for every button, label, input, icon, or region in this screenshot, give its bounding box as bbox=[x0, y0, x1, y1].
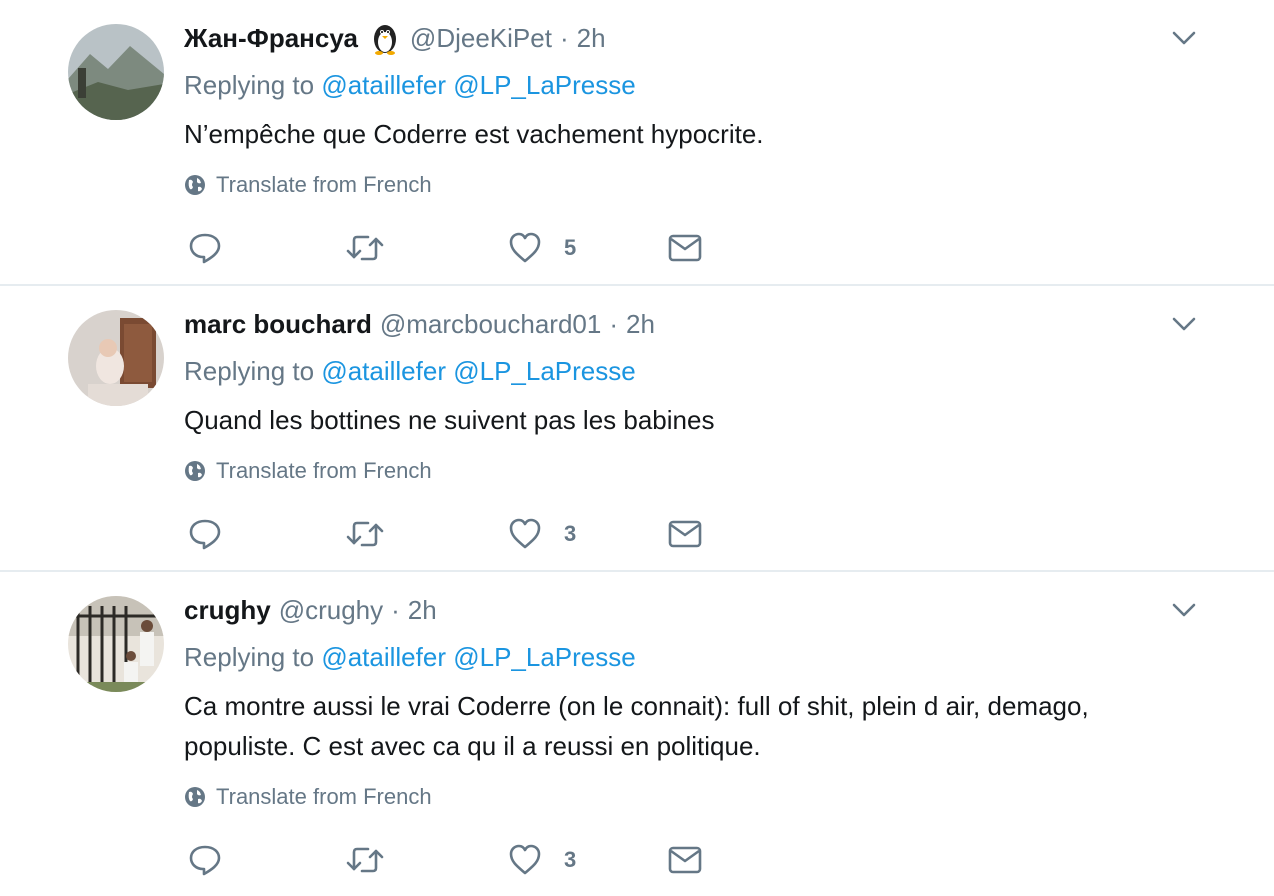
display-name[interactable]: crughy bbox=[184, 595, 271, 626]
retweet-button[interactable] bbox=[346, 840, 384, 880]
like-count: 3 bbox=[564, 521, 577, 546]
chevron-down-icon[interactable] bbox=[1168, 22, 1200, 54]
tweet[interactable]: Жан-Франсуа @DjeeKiPet · 2h Replying to … bbox=[0, 0, 1274, 284]
like-button[interactable]: 3 bbox=[508, 514, 576, 554]
replying-label: Replying to bbox=[184, 642, 315, 672]
replying-to: Replying to @ataillefer @LP_LaPresse bbox=[184, 70, 636, 101]
envelope-icon bbox=[668, 846, 702, 874]
tweet-header: Жан-Франсуа @DjeeKiPet · 2h bbox=[184, 20, 606, 56]
tweet-header: crughy @crughy · 2h bbox=[184, 592, 437, 628]
like-button[interactable]: 3 bbox=[508, 840, 576, 880]
heart-icon bbox=[509, 232, 541, 263]
like-count: 5 bbox=[564, 235, 577, 260]
tweet-header: marc bouchard @marcbouchard01 · 2h bbox=[184, 306, 655, 342]
envelope-icon bbox=[668, 520, 702, 548]
mention-link[interactable]: @LP_LaPresse bbox=[453, 356, 636, 386]
translate-link[interactable]: Translate from French bbox=[184, 458, 432, 484]
globe-icon bbox=[185, 175, 205, 195]
like-count: 3 bbox=[564, 847, 577, 872]
reply-icon bbox=[189, 845, 221, 876]
mention-link[interactable]: @ataillefer bbox=[321, 356, 446, 386]
replying-to: Replying to @ataillefer @LP_LaPresse bbox=[184, 642, 636, 673]
translate-link[interactable]: Translate from French bbox=[184, 172, 432, 198]
chevron-down-icon[interactable] bbox=[1168, 308, 1200, 340]
separator-dot: · bbox=[609, 308, 619, 339]
avatar[interactable] bbox=[68, 24, 164, 120]
direct-message-button[interactable] bbox=[668, 514, 702, 554]
reply-icon bbox=[189, 233, 221, 264]
globe-icon bbox=[185, 461, 205, 481]
retweet-button[interactable] bbox=[346, 514, 384, 554]
timestamp[interactable]: 2h bbox=[408, 595, 437, 626]
timestamp[interactable]: 2h bbox=[577, 23, 606, 54]
translate-label: Translate from French bbox=[216, 172, 432, 197]
display-name[interactable]: marc bouchard bbox=[184, 309, 372, 340]
replying-label: Replying to bbox=[184, 356, 315, 386]
avatar[interactable] bbox=[68, 310, 164, 406]
tweet[interactable]: marc bouchard @marcbouchard01 · 2h Reply… bbox=[0, 286, 1274, 570]
tweet-text-line: Quand les bottines ne suivent pas les ba… bbox=[184, 405, 715, 435]
mention-link[interactable]: @LP_LaPresse bbox=[453, 642, 636, 672]
translate-link[interactable]: Translate from French bbox=[184, 784, 432, 810]
reply-button[interactable] bbox=[188, 840, 222, 880]
heart-icon bbox=[509, 518, 541, 549]
reply-icon bbox=[189, 519, 221, 550]
translate-label: Translate from French bbox=[216, 784, 432, 809]
separator-dot: · bbox=[391, 594, 400, 625]
separator-dot: · bbox=[559, 22, 569, 53]
retweet-button[interactable] bbox=[346, 228, 384, 268]
tweet-text: Ca montre aussi le vrai Coderre (on le c… bbox=[184, 686, 1184, 766]
mention-link[interactable]: @ataillefer bbox=[321, 642, 446, 672]
retweet-icon bbox=[346, 521, 384, 547]
tweet[interactable]: crughy @crughy · 2h Replying to @ataille… bbox=[0, 572, 1274, 896]
heart-icon bbox=[509, 844, 541, 875]
avatar[interactable] bbox=[68, 596, 164, 692]
translate-label: Translate from French bbox=[216, 458, 432, 483]
retweet-icon bbox=[346, 235, 384, 261]
tweet-text-line: Ca montre aussi le vrai Coderre (on le c… bbox=[184, 691, 1089, 721]
globe-icon bbox=[185, 787, 205, 807]
mention-link[interactable]: @LP_LaPresse bbox=[453, 70, 636, 100]
tweet-text: Quand les bottines ne suivent pas les ba… bbox=[184, 400, 1184, 440]
like-button[interactable]: 5 bbox=[508, 228, 576, 268]
mention-link[interactable]: @ataillefer bbox=[321, 70, 446, 100]
tweet-text-line: N’empêche que Coderre est vachement hypo… bbox=[184, 119, 764, 149]
penguin-emoji bbox=[373, 25, 396, 55]
direct-message-button[interactable] bbox=[668, 840, 702, 880]
user-handle[interactable]: @crughy bbox=[279, 595, 383, 626]
reply-button[interactable] bbox=[188, 514, 222, 554]
user-handle[interactable]: @marcbouchard01 bbox=[380, 309, 602, 340]
envelope-icon bbox=[668, 234, 702, 262]
chevron-down-icon[interactable] bbox=[1168, 594, 1200, 626]
tweet-text: N’empêche que Coderre est vachement hypo… bbox=[184, 114, 1184, 154]
reply-button[interactable] bbox=[188, 228, 222, 268]
replying-label: Replying to bbox=[184, 70, 315, 100]
user-handle[interactable]: @DjeeKiPet bbox=[410, 23, 552, 54]
timestamp[interactable]: 2h bbox=[626, 309, 655, 340]
tweet-text-line: populiste. C est avec ca qu il a reussi … bbox=[184, 731, 761, 761]
retweet-icon bbox=[346, 847, 384, 873]
replying-to: Replying to @ataillefer @LP_LaPresse bbox=[184, 356, 636, 387]
display-name[interactable]: Жан-Франсуа bbox=[184, 23, 358, 54]
direct-message-button[interactable] bbox=[668, 228, 702, 268]
